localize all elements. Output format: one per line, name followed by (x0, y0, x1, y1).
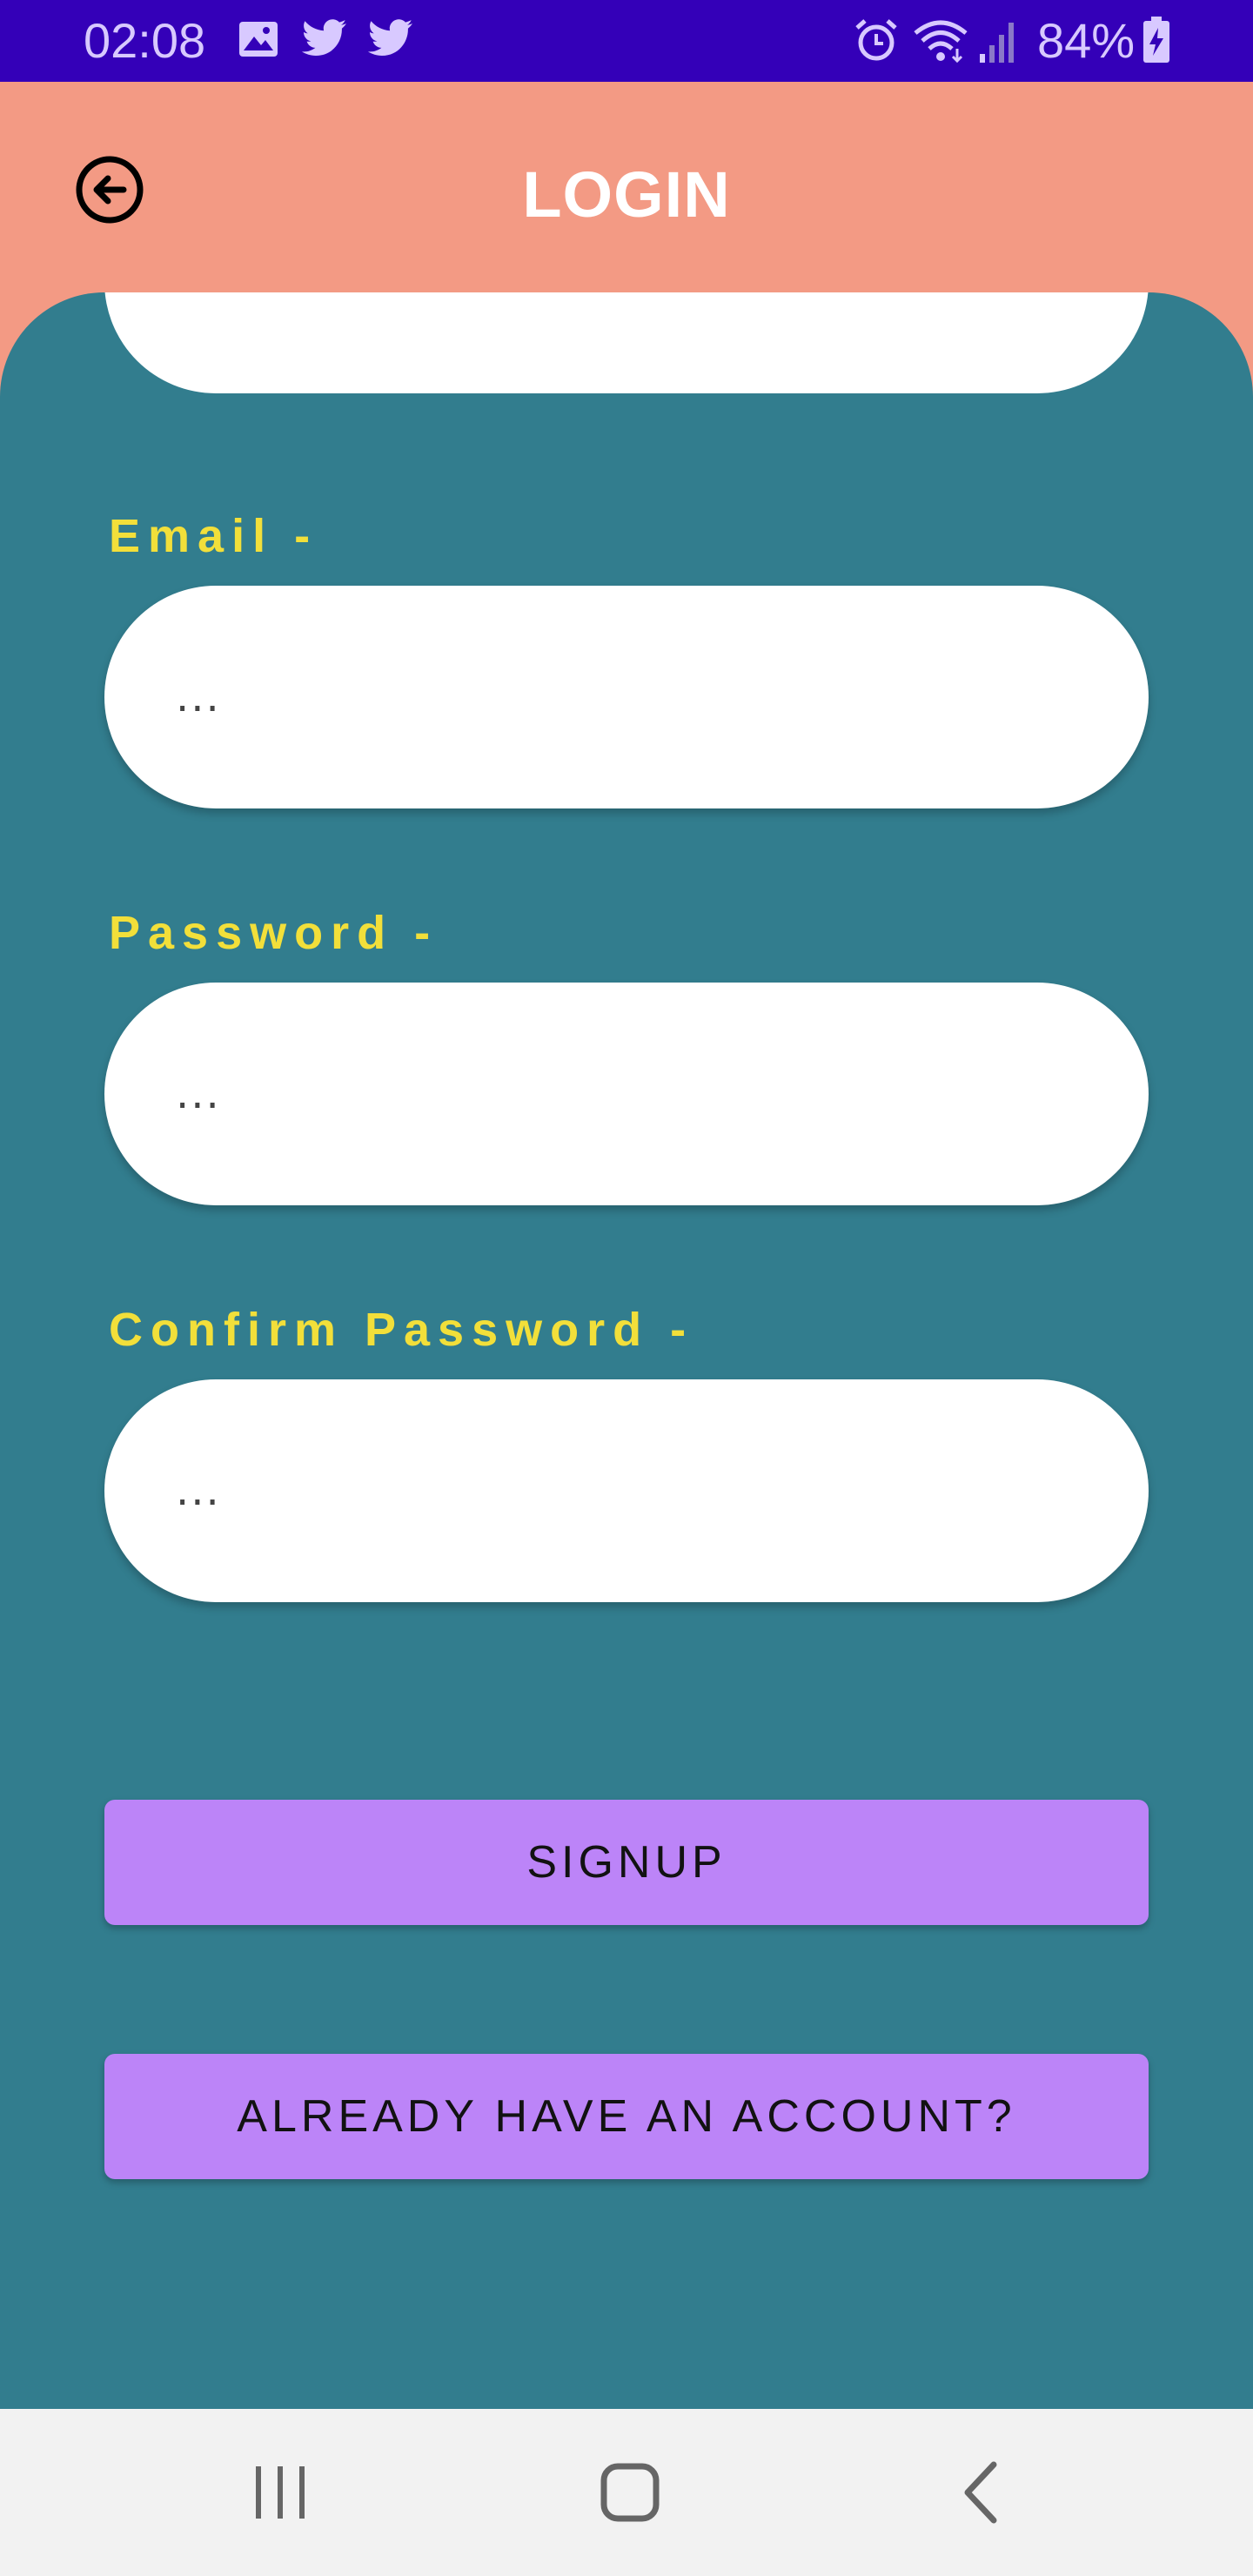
email-value: ... (176, 673, 221, 721)
email-label: Email - (109, 510, 318, 562)
wifi-icon (912, 17, 969, 69)
confirm-password-label: Confirm Password - (109, 1304, 694, 1356)
email-field[interactable]: ... (104, 586, 1149, 808)
signup-button[interactable]: SIGNUP (104, 1800, 1149, 1925)
password-value: ... (176, 1070, 221, 1118)
gallery-icon (237, 17, 280, 65)
partial-input-field[interactable] (104, 292, 1149, 393)
twitter-icon (299, 17, 348, 65)
battery-charging-icon (1142, 16, 1171, 69)
page-title: LOGIN (522, 158, 731, 231)
confirm-password-value: ... (176, 1466, 221, 1515)
twitter-icon (365, 17, 414, 65)
password-label: Password - (109, 907, 439, 959)
signal-icon (978, 17, 1020, 69)
back-icon[interactable] (955, 2458, 1004, 2532)
confirm-password-field[interactable]: ... (104, 1379, 1149, 1602)
status-time: 02:08 (84, 13, 206, 68)
alarm-icon (853, 17, 900, 69)
home-icon[interactable] (599, 2458, 661, 2532)
battery-percent: 84% (1037, 13, 1136, 68)
app-header: LOGIN (0, 82, 1253, 299)
status-bar: 02:08 84% (0, 0, 1253, 82)
form-panel: Email - ... Password - ... Confirm Passw… (0, 292, 1253, 2409)
already-have-account-button[interactable]: ALREADY HAVE AN ACCOUNT? (104, 2054, 1149, 2179)
system-nav-bar (0, 2409, 1253, 2576)
password-field[interactable]: ... (104, 983, 1149, 1205)
recent-apps-icon[interactable] (252, 2458, 308, 2532)
